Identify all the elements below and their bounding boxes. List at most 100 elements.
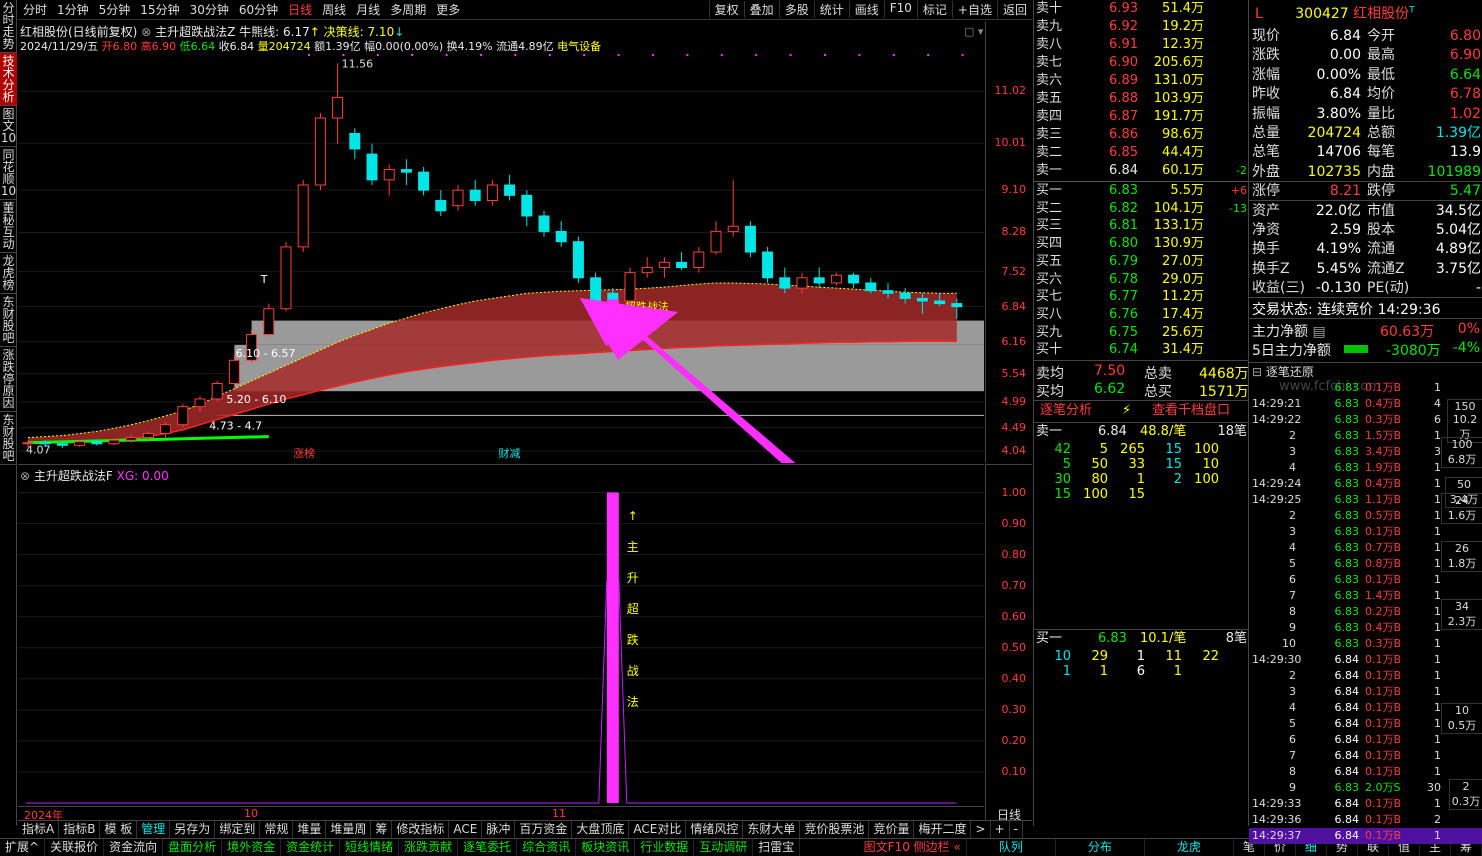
toolbar-btn-8[interactable]: 返回 (996, 1, 1032, 18)
bottom-tab-6[interactable]: 短线情绪 (340, 839, 400, 856)
vtab-8[interactable]: 东财股吧 (0, 412, 17, 465)
vtab-4[interactable]: 董秘互动 (0, 200, 17, 253)
toolbar-btn-0[interactable]: 复权 (708, 1, 744, 18)
vtab-0[interactable]: 分时走势 (0, 0, 17, 53)
bottom-tab-5[interactable]: 资金统计 (281, 839, 341, 856)
ind-tab-0[interactable]: 指标A (18, 821, 60, 838)
sell-level[interactable]: 卖一 6.84 60.1万 -2 (1034, 162, 1249, 180)
buy-level[interactable]: 买十 6.74 31.4万 (1034, 341, 1249, 359)
sell-level[interactable]: 卖九 6.92 19.2万 (1034, 18, 1249, 36)
bottom-tab-12[interactable]: 互动调研 (694, 839, 754, 856)
toolbar-btn-7[interactable]: +自选 (951, 1, 997, 18)
bottom-tab-13[interactable]: 扫雷宝 (753, 839, 801, 856)
vtab-3[interactable]: 同花顺10 (0, 147, 17, 200)
ind-tab-6[interactable]: 常规 (260, 821, 294, 838)
right-tab-2[interactable]: 分布 (1056, 839, 1145, 856)
period-10[interactable]: 更多 (431, 1, 465, 18)
bottom-tab-0[interactable]: 扩展^ (0, 839, 46, 856)
sell-level[interactable]: 卖六 6.89 131.0万 (1034, 72, 1249, 90)
ind-tab-3[interactable]: 管理 (137, 821, 171, 838)
period-4[interactable]: 30分钟 (185, 1, 234, 18)
period-8[interactable]: 月线 (351, 1, 385, 18)
tick-row[interactable]: 14:29:33 6.84 0.1万B 1 (1249, 796, 1482, 812)
vtab-5[interactable]: 龙虎榜 (0, 253, 17, 294)
period-5[interactable]: 60分钟 (234, 1, 283, 18)
ind-tab-14[interactable]: 大盘顶底 (572, 821, 630, 838)
buy-level[interactable]: 买九 6.75 25.6万 (1034, 324, 1249, 342)
doc-icon[interactable]: ▤ (1312, 324, 1325, 340)
ind-tab-9[interactable]: 筹 (371, 821, 393, 838)
kline-chart[interactable]: 红相股份(日线前复权) ⊗ 主升超跌战法Z 牛熊线: 6.17↑ 决策线: 7.… (18, 21, 984, 463)
buy-level[interactable]: 买一 6.83 5.5万 +6 (1034, 182, 1249, 200)
tick-row[interactable]: 6 6.84 0.1万B 1 (1249, 732, 1482, 748)
period-6[interactable]: 日线 (283, 1, 317, 18)
period-1[interactable]: 1分钟 (52, 1, 94, 18)
tick-row[interactable]: 3 6.84 0.1万B 1 (1249, 684, 1482, 700)
bottom-tab-1[interactable]: 关联报价 (45, 839, 105, 856)
ind-tab-22[interactable]: + (991, 821, 1010, 838)
toolbar-btn-3[interactable]: 统计 (813, 1, 849, 18)
toolbar-btn-1[interactable]: 叠加 (743, 1, 779, 18)
vtab-7[interactable]: 涨跌停原因 (0, 347, 17, 412)
buy-level[interactable]: 买六 6.78 29.0万 (1034, 271, 1249, 289)
tick-row[interactable]: 10 6.83 0.3万B 1 (1249, 636, 1482, 652)
right-tab-0[interactable]: 图文F10 侧边栏 « (859, 839, 967, 856)
bottom-tab-8[interactable]: 逐笔委托 (458, 839, 518, 856)
tick-row[interactable]: 14:29:37 6.84 0.1万B 1 (1249, 828, 1482, 844)
sell-level[interactable]: 卖五 6.88 103.9万 (1034, 90, 1249, 108)
sell-level[interactable]: 卖七 6.90 205.6万 (1034, 54, 1249, 72)
right-tab-1[interactable]: 队列 (967, 839, 1056, 856)
toolbar-btn-6[interactable]: 标记 (916, 1, 952, 18)
ind-tab-21[interactable]: > (971, 821, 991, 838)
tick-row[interactable]: 9 6.83 2.0万S 30 (1249, 780, 1482, 796)
buy-level[interactable]: 买七 6.77 11.2万 (1034, 288, 1249, 306)
ind-tab-7[interactable]: 堆量 (293, 821, 327, 838)
ind-tab-10[interactable]: 修改指标 (392, 821, 450, 838)
sell-level[interactable]: 卖二 6.85 44.4万 (1034, 144, 1249, 162)
buy-level[interactable]: 买四 6.80 130.9万 (1034, 235, 1249, 253)
ind-tab-16[interactable]: 情绪风控 (686, 821, 744, 838)
ind-tab-5[interactable]: 绑定到 (215, 821, 261, 838)
sell-level[interactable]: 卖三 6.86 98.6万 (1034, 126, 1249, 144)
bottom-tab-2[interactable]: 资金流向 (104, 839, 164, 856)
tick-row[interactable]: 3 6.83 0.1万B 1 (1249, 524, 1482, 540)
collapse-icon[interactable]: ⊟ (1252, 365, 1262, 379)
sell-level[interactable]: 卖四 6.87 191.7万 (1034, 108, 1249, 126)
toolbar-btn-4[interactable]: 画线 (848, 1, 884, 18)
ind-tab-15[interactable]: ACE对比 (629, 821, 687, 838)
bottom-tab-11[interactable]: 行业数据 (635, 839, 695, 856)
tick-row[interactable]: 6 6.83 0.1万B 1 (1249, 572, 1482, 588)
vtab-1[interactable]: 技术分析 (0, 53, 17, 106)
ind-tab-20[interactable]: 梅开二度 (914, 821, 972, 838)
ind-tab-8[interactable]: 堆量周 (326, 821, 372, 838)
ind-tab-18[interactable]: 竞价股票池 (800, 821, 870, 838)
bottom-tab-4[interactable]: 境外资金 (222, 839, 282, 856)
period-2[interactable]: 5分钟 (94, 1, 136, 18)
vtab-2[interactable]: 图文10 (0, 106, 17, 147)
ind-tab-13[interactable]: 百万资金 (515, 821, 573, 838)
period-7[interactable]: 周线 (317, 1, 351, 18)
bottom-tab-9[interactable]: 综合资讯 (517, 839, 577, 856)
ind-tab-2[interactable]: 模 板 (100, 821, 138, 838)
toolbar-btn-2[interactable]: 多股 (778, 1, 814, 18)
buy-level[interactable]: 买二 6.82 104.1万 -13 (1034, 200, 1249, 218)
tick-row[interactable]: 7 6.84 0.1万B 1 (1249, 748, 1482, 764)
period-0[interactable]: 分时 (18, 1, 52, 18)
toolbar-btn-5[interactable]: F10 (883, 1, 917, 18)
tab-tick-analysis[interactable]: 逐笔分析 (1040, 401, 1092, 421)
period-3[interactable]: 15分钟 (135, 1, 184, 18)
bottom-tab-7[interactable]: 涨跌贡献 (399, 839, 459, 856)
buy-level[interactable]: 买五 6.79 27.0万 (1034, 253, 1249, 271)
sell-level[interactable]: 卖八 6.91 12.3万 (1034, 36, 1249, 54)
indicator-panel[interactable]: ⊗ 主升超跌战法F XG: 0.00 ↑ 主升超跌战法 (18, 464, 984, 806)
tick-row[interactable]: 2 6.84 0.1万B 1 (1249, 668, 1482, 684)
period-9[interactable]: 多周期 (385, 1, 431, 18)
buy-level[interactable]: 买八 6.76 17.4万 (1034, 306, 1249, 324)
period-indicator[interactable]: 日线 (985, 806, 1032, 822)
ind-tab-11[interactable]: ACE (449, 821, 483, 838)
tick-row[interactable]: 14:29:36 6.84 0.1万B 2 (1249, 812, 1482, 828)
vtab-6[interactable]: 东财股吧 (0, 294, 17, 347)
tab-depth[interactable]: 查看千档盘口 (1152, 401, 1230, 421)
ind-tab-12[interactable]: 脉冲 (482, 821, 516, 838)
ind-tab-4[interactable]: 另存为 (170, 821, 216, 838)
